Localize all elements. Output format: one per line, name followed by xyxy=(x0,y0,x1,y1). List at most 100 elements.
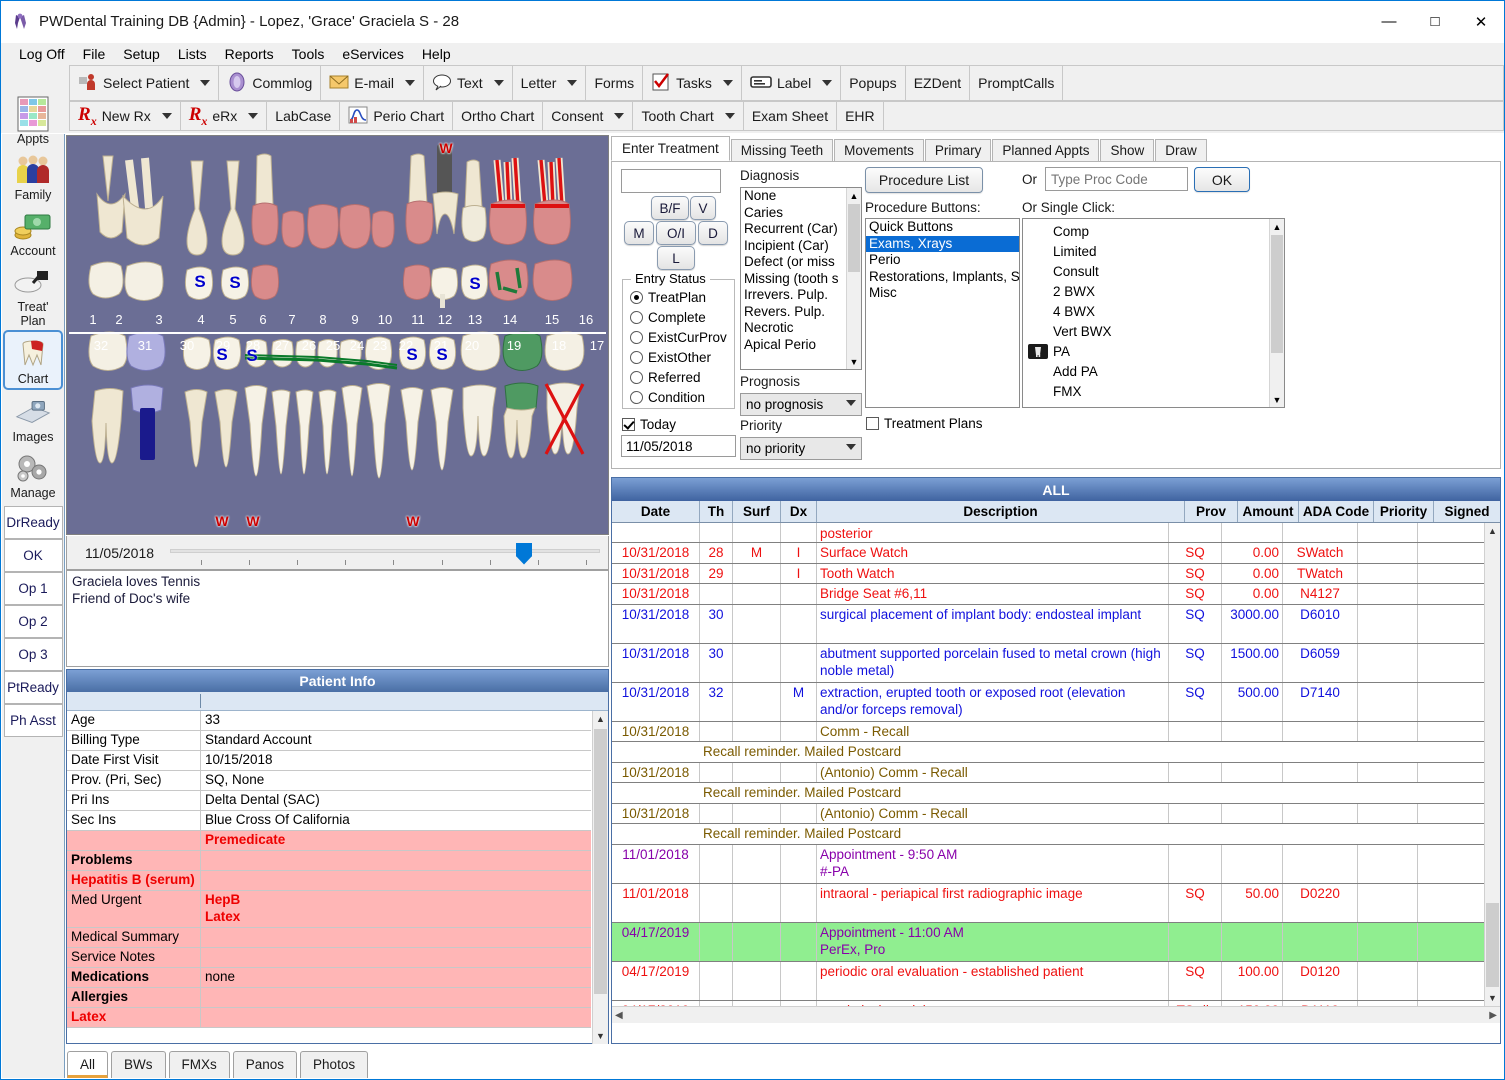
single-click-item-pa[interactable]: PA xyxy=(1023,342,1268,362)
patient-info-scrollbar[interactable]: ▲ ▼ xyxy=(592,711,608,1044)
grid-horizontal-scrollbar[interactable]: ◀ ▶ xyxy=(612,1006,1500,1023)
scroll-right-arrow-icon[interactable]: ▶ xyxy=(1489,1010,1497,1021)
col-ada-code[interactable]: ADA Code xyxy=(1299,501,1374,522)
label-button[interactable]: Label xyxy=(741,65,842,101)
diagnosis-item[interactable]: Recurrent (Car) xyxy=(741,221,845,238)
chevron-down-icon[interactable] xyxy=(200,80,211,86)
menu-lists[interactable]: Lists xyxy=(169,44,216,64)
menu-reports[interactable]: Reports xyxy=(216,44,283,64)
tab-bws[interactable]: BWs xyxy=(111,1051,166,1078)
sidebar-item-appts[interactable]: Appts xyxy=(3,92,63,148)
tooth-number-26[interactable]: 26 xyxy=(302,338,316,353)
menu-help[interactable]: Help xyxy=(413,44,460,64)
minimize-button[interactable]: — xyxy=(1366,1,1412,43)
maximize-button[interactable]: □ xyxy=(1412,1,1458,43)
single-click-item-vert-bwx[interactable]: Vert BWX xyxy=(1023,322,1268,342)
single-click-item-fmx[interactable]: FMX xyxy=(1023,382,1268,402)
patient-info-row-latex[interactable]: Latex xyxy=(67,1007,591,1028)
patient-notes-box[interactable]: Graciela loves Tennis Friend of Doc's wi… xyxy=(66,570,609,667)
scroll-down-arrow-icon[interactable]: ▼ xyxy=(1270,392,1284,407)
priority-select[interactable]: no priority xyxy=(740,437,862,460)
surface-button-m[interactable]: M xyxy=(624,221,654,245)
surface-button-oi[interactable]: O/I xyxy=(656,221,696,245)
col-date[interactable]: Date xyxy=(612,501,700,522)
diagnosis-item[interactable]: Necrotic xyxy=(741,320,845,337)
ehr-button[interactable]: EHR xyxy=(837,101,884,131)
menu-tools[interactable]: Tools xyxy=(283,44,334,64)
patient-info-row-service-notes[interactable]: Service Notes xyxy=(67,947,591,968)
menu-log-off[interactable]: Log Off xyxy=(10,44,74,64)
radio-complete[interactable]: Complete xyxy=(630,307,734,327)
procbtn-item-restorations[interactable]: Restorations, Implants, S xyxy=(866,269,1019,286)
grid-vertical-scrollbar[interactable]: ▲ ▼ xyxy=(1484,523,1500,1006)
col-priority[interactable]: Priority xyxy=(1374,501,1434,522)
patient-info-row-medications[interactable]: Medications none xyxy=(67,967,591,988)
erx-button[interactable]: Rx eRx xyxy=(180,101,268,131)
forms-button[interactable]: Forms xyxy=(586,65,644,101)
diagnosis-item[interactable]: Apical Perio xyxy=(741,337,845,354)
surface-button-v[interactable]: V xyxy=(690,196,716,220)
table-row[interactable]: posterior xyxy=(612,523,1484,543)
single-click-scrollbar[interactable]: ▲ ▼ xyxy=(1269,219,1284,407)
menu-file[interactable]: File xyxy=(74,44,115,64)
select-patient-button[interactable]: Select Patient xyxy=(69,65,220,101)
tooth-number-12[interactable]: 12 xyxy=(438,312,452,327)
single-click-item-4bwx[interactable]: 4 BWX xyxy=(1023,302,1268,322)
table-row[interactable]: 10/31/2018 (Antonio) Comm - Recall xyxy=(612,762,1484,784)
labcase-button[interactable]: LabCase xyxy=(267,101,341,131)
tooth-number-15[interactable]: 15 xyxy=(545,312,559,327)
chevron-down-icon[interactable] xyxy=(493,80,504,86)
sidebar-item-family[interactable]: Family xyxy=(3,148,63,204)
letter-button[interactable]: Letter xyxy=(512,65,587,101)
scroll-thumb[interactable] xyxy=(594,729,607,994)
treatment-plans-checkbox[interactable]: Treatment Plans xyxy=(866,413,983,433)
tooth-number-31[interactable]: 31 xyxy=(138,338,152,353)
patient-info-row-problems[interactable]: Problems xyxy=(67,851,591,871)
scroll-thumb[interactable] xyxy=(1486,903,1499,987)
table-row-note[interactable]: Recall reminder. Mailed Postcard xyxy=(612,824,1484,845)
diagnosis-item[interactable]: Revers. Pulp. xyxy=(741,304,845,321)
scroll-left-arrow-icon[interactable]: ◀ xyxy=(615,1010,623,1021)
tooth-number-13[interactable]: 13 xyxy=(468,312,482,327)
today-date-input[interactable] xyxy=(621,435,736,457)
table-row-note[interactable]: Recall reminder. Mailed Postcard xyxy=(612,783,1484,804)
table-row[interactable]: 04/17/2019 periodic oral evaluation - es… xyxy=(612,961,1484,1001)
patient-info-row-hepatitis[interactable]: Hepatitis B (serum) xyxy=(67,871,591,891)
procbtn-item-quick-buttons[interactable]: Quick Buttons xyxy=(866,219,1019,236)
chevron-down-icon[interactable] xyxy=(722,80,733,86)
text-button[interactable]: Text xyxy=(423,65,513,101)
prognosis-select[interactable]: no prognosis xyxy=(740,393,862,416)
tab-primary[interactable]: Primary xyxy=(924,139,992,161)
tab-movements[interactable]: Movements xyxy=(834,139,924,161)
status-button-ok[interactable]: OK xyxy=(3,539,63,572)
diagnosis-item[interactable]: None xyxy=(741,188,845,205)
patient-info-row[interactable]: Age 33 xyxy=(67,711,591,731)
patient-info-row[interactable]: Pri Ins Delta Dental (SAC) xyxy=(67,791,591,811)
tooth-number-2[interactable]: 2 xyxy=(115,312,122,327)
patient-info-row-premedicate[interactable]: Premedicate xyxy=(67,831,591,851)
chevron-down-icon[interactable] xyxy=(248,113,259,119)
diagnosis-listbox[interactable]: None Caries Recurrent (Car) Incipient (C… xyxy=(740,187,862,370)
chevron-down-icon[interactable] xyxy=(567,80,578,86)
chart-date-slider[interactable]: 11/05/2018 xyxy=(66,536,609,570)
tooth-number-19[interactable]: 19 xyxy=(507,338,521,353)
procedure-list-button[interactable]: Procedure List xyxy=(865,167,983,193)
scroll-up-arrow-icon[interactable]: ▲ xyxy=(1270,219,1284,234)
col-surf[interactable]: Surf xyxy=(733,501,781,522)
tooth-number-5[interactable]: 5 xyxy=(229,312,236,327)
col-amount[interactable]: Amount xyxy=(1238,501,1299,522)
patient-info-row-medical-summary[interactable]: Medical Summary xyxy=(67,927,591,948)
single-click-item-2bwx[interactable]: 2 BWX xyxy=(1023,282,1268,302)
col-description[interactable]: Description xyxy=(817,501,1185,522)
chevron-down-icon[interactable] xyxy=(404,80,415,86)
tooth-number-17[interactable]: 17 xyxy=(590,338,604,353)
tooth-number-3[interactable]: 3 xyxy=(155,312,162,327)
chevron-down-icon[interactable] xyxy=(822,80,833,86)
promptcalls-button[interactable]: PromptCalls xyxy=(970,65,1064,101)
tooth-number-25[interactable]: 25 xyxy=(326,338,340,353)
col-signed[interactable]: Signed xyxy=(1434,501,1500,522)
table-row[interactable]: 10/31/2018 Comm - Recall xyxy=(612,721,1484,743)
status-button-op2[interactable]: Op 2 xyxy=(3,605,63,638)
col-prov[interactable]: Prov xyxy=(1185,501,1238,522)
consent-button[interactable]: Consent xyxy=(543,101,634,131)
